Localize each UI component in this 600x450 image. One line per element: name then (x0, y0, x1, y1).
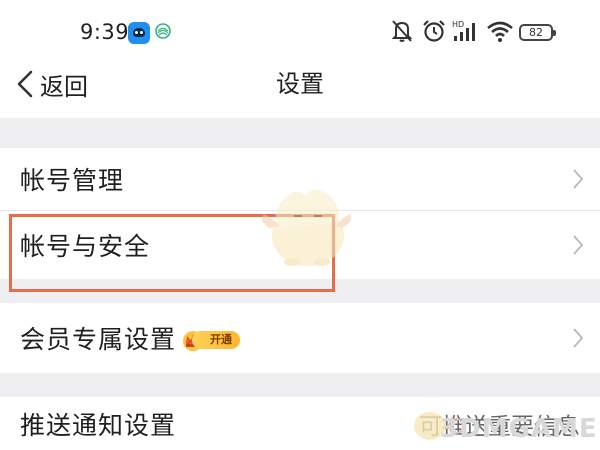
vip-badge[interactable]: 开通 (180, 328, 240, 352)
chevron-left-icon (17, 70, 33, 98)
row-label: 推送通知设置 (20, 410, 177, 440)
mascot-watermark-icon (262, 189, 351, 266)
chevron-right-icon (573, 235, 584, 255)
battery-icon: 82 (519, 24, 556, 41)
status-bar: 9:39 HD 82 (0, 0, 600, 62)
nav-bar: 设置 返回 (0, 62, 600, 118)
hd-signal-icon: HD (452, 20, 475, 41)
section-separator (0, 373, 600, 397)
chevron-right-icon (573, 169, 584, 189)
settings-row-vip-settings[interactable]: 会员专属设置 (0, 303, 600, 373)
battery-level: 82 (529, 26, 543, 39)
vip-badge-label: 开通 (192, 331, 240, 349)
alarm-icon (423, 20, 445, 42)
mute-icon (391, 20, 413, 42)
app-notification-icon (128, 22, 150, 44)
watermark-text: 3DMGAME (440, 414, 598, 444)
page-title: 设置 (276, 70, 324, 98)
back-label: 返回 (40, 72, 88, 101)
svg-text:HD: HD (452, 20, 464, 29)
section-separator (0, 118, 600, 148)
row-label: 会员专属设置 (20, 325, 177, 354)
status-time: 9:39 (80, 20, 130, 44)
chevron-right-icon (573, 328, 584, 348)
wifi-icon (487, 21, 513, 42)
back-button[interactable]: 返回 (14, 62, 88, 106)
mobile-network-icon (155, 23, 171, 39)
row-label: 帐号管理 (20, 166, 125, 195)
